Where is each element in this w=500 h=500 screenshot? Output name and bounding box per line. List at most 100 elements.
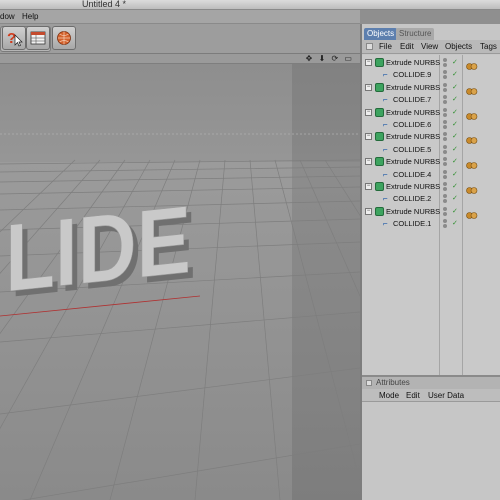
- enabled-check-icon[interactable]: ✓: [452, 95, 458, 103]
- render-sphere-button[interactable]: [52, 26, 76, 50]
- tree-row-spline[interactable]: ⌐ COLLIDE.4 ✓: [362, 169, 500, 181]
- attributes-body: [362, 402, 500, 500]
- objects-menu-objects[interactable]: Objects: [445, 42, 472, 51]
- enabled-check-icon[interactable]: ✓: [452, 194, 458, 202]
- tree-row-extrude[interactable]: − Extrude NURBS ✓: [362, 181, 500, 194]
- expand-toggle-icon[interactable]: −: [365, 207, 372, 215]
- visibility-dots-icon[interactable]: [443, 144, 447, 154]
- phong-tag-icon[interactable]: [466, 132, 478, 145]
- visibility-dots-icon[interactable]: [443, 219, 447, 229]
- enabled-check-icon[interactable]: ✓: [452, 207, 458, 215]
- expand-toggle-icon[interactable]: −: [365, 108, 372, 116]
- tree-row-extrude[interactable]: − Extrude NURBS ✓: [362, 57, 500, 70]
- tree-row-extrude[interactable]: − Extrude NURBS ✓: [362, 131, 500, 145]
- enabled-check-icon[interactable]: ✓: [452, 170, 458, 178]
- tree-row-label: COLLIDE.2: [393, 194, 432, 204]
- render-sphere-icon: [57, 31, 71, 45]
- tab-structure[interactable]: Structure: [396, 28, 435, 40]
- tree-row-extrude[interactable]: − Extrude NURBS ✓: [362, 206, 500, 219]
- tree-row-extrude[interactable]: − Extrude NURBS ✓: [362, 107, 500, 120]
- enabled-check-icon[interactable]: ✓: [452, 157, 458, 165]
- tree-row-label: Extrude NURBS: [386, 132, 441, 142]
- visibility-dots-icon[interactable]: [443, 95, 447, 105]
- enabled-check-icon[interactable]: ✓: [452, 120, 458, 128]
- spline-icon: ⌐: [383, 120, 388, 129]
- visibility-dots-icon[interactable]: [443, 169, 447, 179]
- menu-item-window[interactable]: dow: [0, 12, 15, 21]
- tree-row-spline[interactable]: ⌐ COLLIDE.9 ✓: [362, 69, 500, 81]
- enabled-check-icon[interactable]: ✓: [452, 58, 458, 66]
- expand-toggle-icon[interactable]: −: [365, 59, 372, 66]
- expand-toggle-icon[interactable]: −: [365, 158, 372, 166]
- tree-row-label: COLLIDE.4: [393, 169, 432, 179]
- window-title: Untitled 4 *: [82, 0, 127, 9]
- objects-menu-edit[interactable]: Edit: [400, 42, 414, 51]
- panel-tabs: Objects Structure: [362, 28, 500, 40]
- visibility-dots-icon[interactable]: [443, 182, 447, 191]
- phong-tag-icon[interactable]: [466, 83, 478, 95]
- object-tree[interactable]: − Extrude NURBS ✓ ⌐ COLLIDE.9 ✓ − Extrude NURBS…: [362, 55, 500, 375]
- menu-bar: dow Help: [0, 10, 360, 24]
- viewport-nav-icons[interactable]: ✥ ⬇ ⟳ ▭: [306, 54, 354, 63]
- 3d-viewport[interactable]: LIDE LIDE: [0, 64, 360, 500]
- menu-item-help[interactable]: Help: [22, 12, 38, 21]
- spline-icon: ⌐: [383, 219, 388, 229]
- attributes-header: Attributes: [362, 377, 500, 389]
- visibility-dots-icon[interactable]: [443, 120, 447, 129]
- attributes-menu-user-data[interactable]: User Data: [428, 391, 464, 400]
- spline-icon: ⌐: [383, 70, 388, 80]
- visibility-dots-icon[interactable]: [443, 70, 447, 80]
- objects-menu-tags[interactable]: Tags: [480, 42, 497, 51]
- tree-row-spline[interactable]: ⌐ COLLIDE.1 ✓: [362, 218, 500, 230]
- render-settings-button[interactable]: [26, 26, 50, 50]
- tree-row-spline[interactable]: ⌐ COLLIDE.2 ✓: [362, 193, 500, 205]
- tree-row-label: COLLIDE.6: [393, 120, 432, 129]
- objects-menu-view[interactable]: View: [421, 42, 438, 51]
- phong-tag-icon[interactable]: [466, 207, 478, 219]
- tab-objects[interactable]: Objects: [364, 28, 398, 40]
- help-cursor-button[interactable]: ?: [2, 26, 26, 50]
- enabled-check-icon[interactable]: ✓: [452, 145, 458, 153]
- objects-panel: Objects Structure File Edit View Objects…: [360, 24, 500, 500]
- viewport-header: ✥ ⬇ ⟳ ▭: [0, 54, 360, 64]
- expand-toggle-icon[interactable]: −: [365, 183, 372, 190]
- visibility-dots-icon[interactable]: [443, 82, 447, 92]
- render-settings-icon: [30, 31, 46, 45]
- expand-toggle-icon[interactable]: −: [365, 133, 372, 141]
- enabled-check-icon[interactable]: ✓: [452, 219, 458, 227]
- tree-row-spline[interactable]: ⌐ COLLIDE.7 ✓: [362, 94, 500, 106]
- enabled-check-icon[interactable]: ✓: [452, 132, 458, 140]
- phong-tag-icon[interactable]: [466, 58, 478, 70]
- tree-row-extrude[interactable]: − Extrude NURBS ✓: [362, 82, 500, 95]
- visibility-dots-icon[interactable]: [443, 107, 447, 117]
- enabled-check-icon[interactable]: ✓: [452, 182, 458, 190]
- phong-tag-icon[interactable]: [466, 157, 478, 169]
- tree-row-spline[interactable]: ⌐ COLLIDE.6 ✓: [362, 119, 500, 131]
- spline-icon: ⌐: [383, 95, 388, 105]
- tree-row-label: Extrude NURBS: [386, 107, 441, 117]
- attributes-box: [366, 380, 372, 386]
- toolbar: ?: [0, 24, 360, 54]
- visibility-dots-icon[interactable]: [443, 157, 447, 167]
- tree-row-extrude[interactable]: − Extrude NURBS ✓: [362, 156, 500, 169]
- cinema4d-window: Untitled 4 * dow Help ? ✥ ⬇ ⟳ ▭ LIDE LID…: [0, 0, 500, 500]
- safe-frame-shade: [292, 64, 360, 500]
- objects-menu-file[interactable]: File: [379, 42, 392, 51]
- tree-row-label: Extrude NURBS: [386, 58, 441, 67]
- enabled-check-icon[interactable]: ✓: [452, 108, 458, 116]
- visibility-dots-icon[interactable]: [443, 58, 447, 67]
- attributes-menu-mode[interactable]: Mode: [379, 391, 399, 400]
- enabled-check-icon[interactable]: ✓: [452, 83, 458, 91]
- extrude-nurbs-icon: [375, 157, 384, 167]
- tree-row-label: Extrude NURBS: [386, 206, 441, 216]
- visibility-dots-icon[interactable]: [443, 194, 447, 204]
- phong-tag-icon[interactable]: [466, 108, 478, 120]
- spline-icon: ⌐: [383, 144, 388, 154]
- visibility-dots-icon[interactable]: [443, 206, 447, 216]
- phong-tag-icon[interactable]: [466, 182, 478, 194]
- visibility-dots-icon[interactable]: [443, 132, 447, 142]
- expand-toggle-icon[interactable]: −: [365, 83, 372, 91]
- attributes-menu-edit[interactable]: Edit: [406, 391, 420, 400]
- enabled-check-icon[interactable]: ✓: [452, 70, 458, 78]
- tree-row-spline[interactable]: ⌐ COLLIDE.5 ✓: [362, 144, 500, 156]
